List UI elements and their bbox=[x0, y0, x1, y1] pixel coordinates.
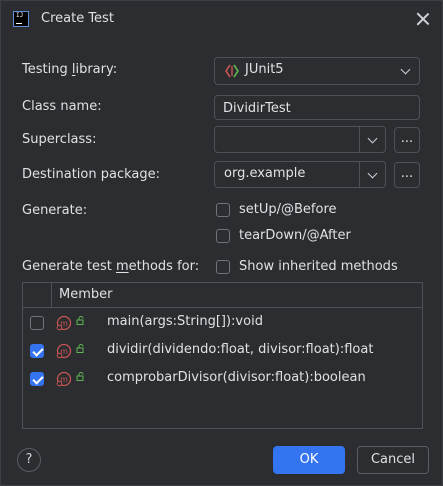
destination-package-value: org.example bbox=[224, 166, 306, 181]
show-inherited-label: Show inherited methods bbox=[239, 259, 398, 274]
members-table[interactable]: Member m main(args:String[]):void m divi… bbox=[22, 282, 423, 429]
generate-test-methods-label: Generate test methods for: bbox=[22, 259, 200, 274]
intellij-logo-icon: IJ bbox=[13, 11, 29, 27]
testing-library-value: JUnit5 bbox=[245, 62, 284, 77]
setup-before-label: setUp/@Before bbox=[239, 202, 337, 217]
table-row[interactable]: m dividir(dividendo:float, divisor:float… bbox=[23, 337, 422, 365]
help-icon: ? bbox=[25, 452, 33, 467]
logo-text: IJ bbox=[16, 12, 24, 19]
chevron-down-icon bbox=[367, 168, 378, 179]
teardown-after-label: tearDown/@After bbox=[239, 228, 351, 243]
create-test-dialog: IJ Create Test Testing library: JUnit5 C… bbox=[0, 0, 443, 486]
destination-package-browse-button[interactable]: ... bbox=[394, 162, 420, 188]
method-icon: m bbox=[56, 343, 72, 359]
teardown-after-checkbox[interactable] bbox=[216, 229, 230, 243]
table-row[interactable]: m main(args:String[]):void bbox=[23, 309, 422, 337]
member-column-header[interactable]: Member bbox=[59, 287, 112, 302]
superclass-label: Superclass: bbox=[22, 132, 97, 147]
ok-button[interactable]: OK bbox=[273, 446, 345, 474]
method-signature: dividir(dividendo:float, divisor:float):… bbox=[107, 342, 374, 357]
generate-label: Generate: bbox=[22, 203, 88, 218]
cancel-button[interactable]: Cancel bbox=[357, 446, 429, 474]
table-row[interactable]: m comprobarDivisor(divisor:float):boolea… bbox=[23, 365, 422, 393]
title-bar: IJ Create Test bbox=[1, 1, 442, 37]
class-name-input[interactable] bbox=[223, 99, 413, 117]
method-signature: comprobarDivisor(divisor:float):boolean bbox=[107, 370, 366, 385]
close-icon[interactable] bbox=[413, 9, 433, 29]
destination-package-label: Destination package: bbox=[22, 167, 160, 182]
method-signature: main(args:String[]):void bbox=[107, 314, 263, 329]
superclass-browse-button[interactable]: ... bbox=[394, 127, 420, 153]
row-checkbox[interactable] bbox=[30, 316, 44, 330]
public-access-icon bbox=[76, 344, 84, 353]
setup-before-checkbox[interactable] bbox=[216, 203, 230, 217]
method-icon: m bbox=[56, 371, 72, 387]
chevron-down-icon bbox=[367, 133, 378, 144]
superclass-select[interactable] bbox=[214, 126, 386, 153]
junit-icon bbox=[225, 64, 239, 78]
table-header: Member bbox=[23, 283, 422, 308]
testing-library-label: Testing library: bbox=[22, 62, 118, 77]
help-button[interactable]: ? bbox=[17, 448, 41, 472]
public-access-icon bbox=[76, 372, 84, 381]
chevron-down-icon bbox=[400, 64, 411, 75]
method-icon: m bbox=[56, 315, 72, 331]
dialog-title: Create Test bbox=[41, 11, 114, 26]
testing-library-select[interactable]: JUnit5 bbox=[214, 57, 420, 85]
destination-package-select[interactable]: org.example bbox=[214, 161, 386, 188]
show-inherited-checkbox[interactable] bbox=[216, 260, 230, 274]
public-access-icon bbox=[76, 316, 84, 325]
row-checkbox[interactable] bbox=[30, 344, 44, 358]
class-name-label: Class name: bbox=[22, 99, 102, 114]
row-checkbox[interactable] bbox=[30, 372, 44, 386]
class-name-field[interactable] bbox=[214, 95, 420, 120]
